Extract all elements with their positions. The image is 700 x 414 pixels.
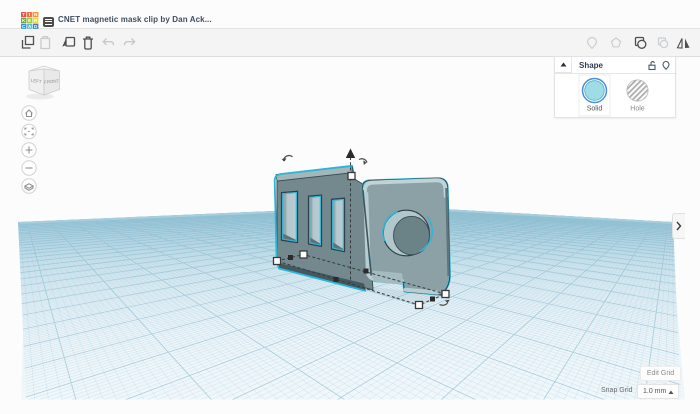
svg-text:E: E (28, 18, 31, 23)
svg-text:I: I (29, 12, 30, 17)
svg-text:Hole: Hole (630, 106, 645, 113)
svg-text:Solid: Solid (587, 106, 603, 113)
svg-text:T: T (22, 12, 25, 17)
